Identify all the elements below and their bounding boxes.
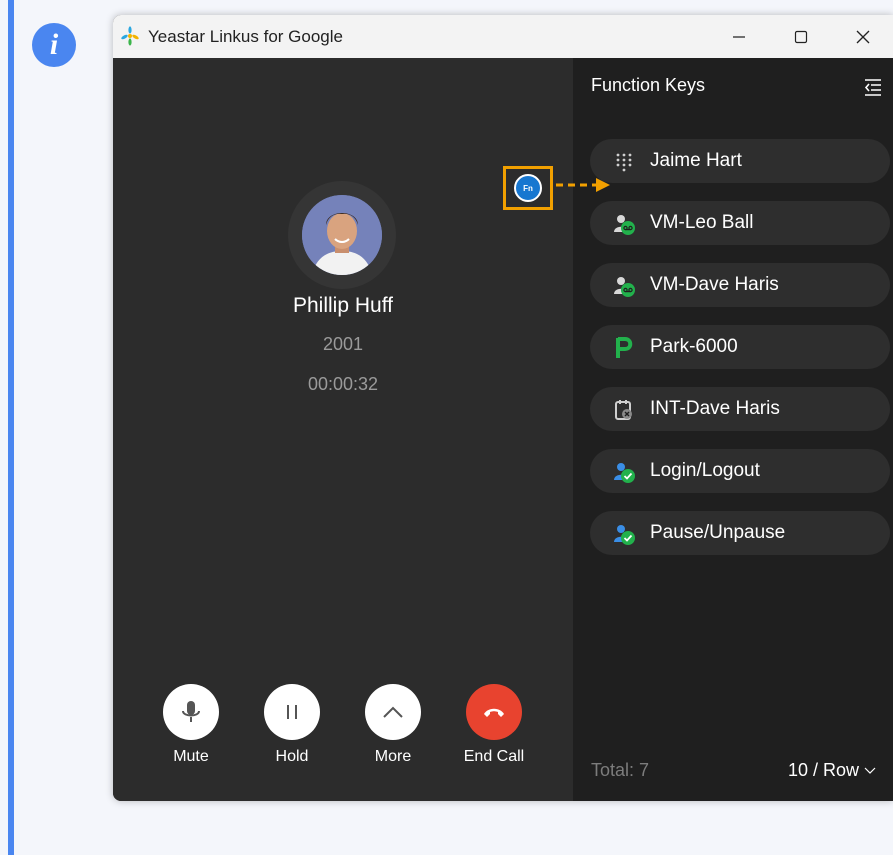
- per-row-select[interactable]: 10 / Row: [788, 760, 876, 781]
- voicemail-icon: [614, 215, 635, 235]
- title-bar: Yeastar Linkus for Google: [113, 15, 893, 59]
- close-button[interactable]: [833, 15, 893, 58]
- keypad-icon: [616, 153, 632, 172]
- window-title: Yeastar Linkus for Google: [148, 27, 343, 46]
- function-keys-panel: Function Keys Jaime Hart VM-Leo Ball VM-…: [573, 58, 893, 801]
- close-icon: [856, 30, 870, 43]
- hold-button[interactable]: Hold: [242, 684, 342, 766]
- minimize-icon: [733, 35, 745, 38]
- info-callout-bar: [8, 0, 14, 855]
- function-key-pause-unpause[interactable]: Pause/Unpause: [590, 511, 890, 555]
- microphone-icon: [182, 701, 200, 722]
- more-button[interactable]: More: [343, 684, 443, 766]
- more-button-circle[interactable]: [365, 684, 421, 740]
- function-key-vm-dave-haris[interactable]: VM-Dave Haris: [590, 263, 890, 307]
- chevron-down-icon: [864, 767, 876, 774]
- more-label: More: [374, 748, 412, 765]
- function-key-label: VM-Leo Ball: [650, 212, 754, 233]
- function-key-label: Pause/Unpause: [650, 522, 786, 543]
- pause-icon: [287, 705, 297, 719]
- mute-label: Mute: [173, 748, 209, 765]
- function-key-int-dave-haris[interactable]: INT-Dave Haris: [590, 387, 890, 431]
- intercom-icon: [615, 400, 632, 420]
- function-keys-total: Total: 7: [591, 760, 650, 780]
- minimize-button[interactable]: [709, 15, 769, 58]
- mute-button-circle[interactable]: [163, 684, 219, 740]
- voicemail-icon: [614, 277, 635, 297]
- function-key-jaime-hart[interactable]: Jaime Hart: [590, 139, 890, 183]
- yeastar-logo-icon: [121, 26, 139, 46]
- function-key-label: Jaime Hart: [650, 150, 742, 171]
- agent-status-icon: [614, 463, 635, 483]
- function-key-park-6000[interactable]: Park-6000: [590, 325, 890, 369]
- function-key-label: Park-6000: [650, 336, 738, 357]
- hang-up-icon: [484, 708, 504, 717]
- app-window: Yeastar Linkus for Google Phillip Huff 2…: [113, 15, 893, 801]
- fn-badge-icon: Fn: [514, 174, 542, 202]
- function-key-vm-leo-ball[interactable]: VM-Leo Ball: [590, 201, 890, 245]
- maximize-button[interactable]: [771, 15, 831, 58]
- call-duration: 00:00:32: [307, 374, 379, 394]
- function-keys-toggle-highlight[interactable]: Fn: [503, 166, 553, 210]
- agent-status-icon: [614, 525, 635, 545]
- function-key-login-logout[interactable]: Login/Logout: [590, 449, 890, 493]
- info-icon: i: [32, 23, 76, 67]
- end-call-label: End Call: [463, 748, 525, 765]
- caller-extension: 2001: [322, 334, 364, 354]
- callout-arrow-icon: [556, 178, 610, 192]
- hold-label: Hold: [275, 748, 309, 765]
- chevron-up-icon: [383, 706, 403, 718]
- mute-button[interactable]: Mute: [141, 684, 241, 766]
- collapse-panel-icon[interactable]: [863, 77, 883, 97]
- function-key-label: VM-Dave Haris: [650, 274, 779, 295]
- avatar: [302, 195, 382, 275]
- end-call-button-circle[interactable]: [466, 684, 522, 740]
- function-key-label: INT-Dave Haris: [650, 398, 780, 419]
- function-key-label: Login/Logout: [650, 460, 760, 481]
- hold-button-circle[interactable]: [264, 684, 320, 740]
- per-row-value: 10 / Row: [788, 760, 860, 780]
- park-icon: [616, 337, 633, 358]
- function-keys-title: Function Keys: [591, 75, 706, 95]
- maximize-icon: [794, 30, 808, 43]
- caller-avatar-ring: [288, 181, 396, 289]
- caller-name: Phillip Huff: [293, 294, 393, 317]
- end-call-button[interactable]: End Call: [444, 684, 544, 766]
